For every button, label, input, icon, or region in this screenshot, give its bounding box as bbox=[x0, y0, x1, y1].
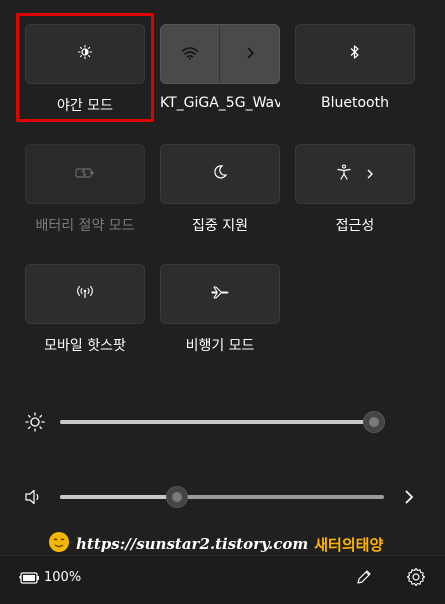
watermark-name: 새터의태양 bbox=[314, 535, 384, 554]
airplane-mode-label: 비행기 모드 bbox=[185, 338, 255, 354]
accessibility-button[interactable] bbox=[296, 145, 414, 203]
accessibility-label: 접근성 bbox=[335, 218, 375, 234]
edit-pencil-icon[interactable] bbox=[355, 568, 373, 590]
chevron-right-icon bbox=[245, 45, 255, 64]
battery-icon[interactable] bbox=[18, 570, 40, 589]
watermark-url: https://sunstar2.tistory.com bbox=[76, 535, 309, 553]
wifi-expand-button[interactable] bbox=[220, 25, 279, 83]
volume-fill bbox=[60, 495, 177, 499]
wifi-toggle[interactable] bbox=[160, 24, 280, 84]
hotspot-icon bbox=[76, 284, 94, 304]
wifi-label: KT_GiGA_5G_Wave bbox=[160, 95, 280, 111]
volume-expand-icon[interactable] bbox=[404, 489, 414, 509]
accessibility-toggle[interactable] bbox=[295, 144, 415, 204]
blog-watermark: https://sunstar2.tistory.com 새터의태양 bbox=[48, 530, 398, 558]
bluetooth-icon bbox=[349, 44, 361, 64]
battery-saver-toggle[interactable] bbox=[25, 144, 145, 204]
airplane-mode-toggle[interactable] bbox=[160, 264, 280, 324]
brightness-thumb[interactable] bbox=[363, 411, 385, 433]
volume-icon[interactable] bbox=[24, 488, 44, 510]
battery-saver-icon bbox=[75, 165, 95, 184]
footer-bar: 100% bbox=[0, 555, 445, 604]
mobile-hotspot-toggle[interactable] bbox=[25, 264, 145, 324]
focus-assist-label: 집중 지원 bbox=[192, 218, 248, 234]
brightness-slider-row bbox=[0, 407, 445, 437]
accessibility-icon bbox=[336, 164, 352, 184]
wifi-icon bbox=[181, 45, 199, 64]
bluetooth-toggle[interactable] bbox=[295, 24, 415, 84]
settings-gear-icon[interactable] bbox=[406, 567, 426, 591]
quick-settings-panel: 야간 모드 KT_GiGA_5G_Wave Bluetooth 배터리 절약 모… bbox=[0, 0, 445, 604]
volume-slider-row bbox=[0, 482, 445, 512]
battery-percentage: 100% bbox=[44, 570, 82, 585]
volume-thumb[interactable] bbox=[166, 486, 188, 508]
focus-assist-toggle[interactable] bbox=[160, 144, 280, 204]
chevron-right-icon bbox=[366, 165, 374, 184]
airplane-icon bbox=[211, 284, 229, 304]
wifi-toggle-button[interactable] bbox=[161, 25, 220, 83]
focus-moon-icon bbox=[212, 164, 228, 184]
battery-saver-label: 배터리 절약 모드 bbox=[35, 218, 135, 234]
emoji-face-icon bbox=[48, 531, 70, 557]
brightness-fill bbox=[60, 420, 374, 424]
mobile-hotspot-label: 모바일 핫스팟 bbox=[44, 338, 126, 354]
brightness-icon bbox=[25, 412, 45, 436]
bluetooth-label: Bluetooth bbox=[321, 95, 389, 111]
highlight-box bbox=[16, 13, 154, 122]
